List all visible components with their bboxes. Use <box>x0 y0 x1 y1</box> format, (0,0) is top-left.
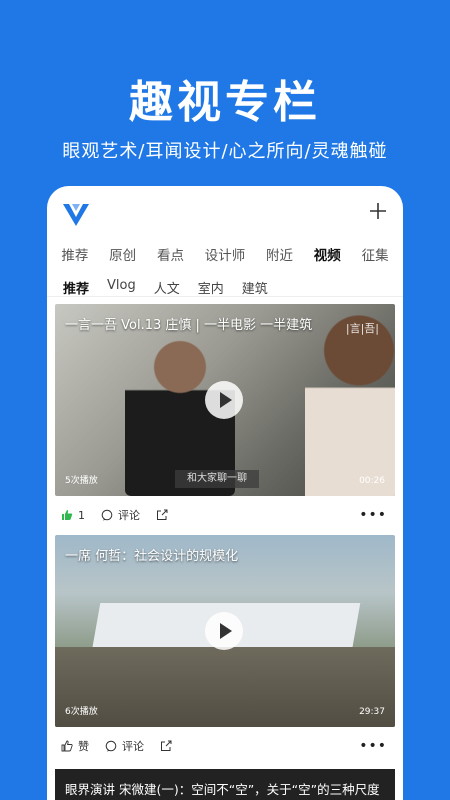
card-actions: 赞 评论 ••• <box>55 727 395 765</box>
divider <box>47 296 403 297</box>
thumbnail-person <box>305 314 395 496</box>
hero-title: 趣视专栏 <box>129 77 321 128</box>
like-button[interactable]: 赞 <box>61 738 89 754</box>
thumbs-up-icon <box>62 510 73 520</box>
video-card: |言|吾| 一言一吾 Vol.13 庄慎 | 一半电影 一半建筑 和大家聊一聊 … <box>55 304 395 534</box>
tab-nearby[interactable]: 附近 <box>266 244 293 270</box>
comment-button[interactable]: 评论 <box>101 507 140 523</box>
more-dots-icon[interactable]: ••• <box>359 507 387 523</box>
comment-button[interactable]: 评论 <box>105 738 144 754</box>
share-button[interactable] <box>160 740 177 752</box>
tab-video[interactable]: 视频 <box>314 244 341 270</box>
like-label: 赞 <box>78 740 89 753</box>
tab-collect[interactable]: 征集 <box>362 244 389 270</box>
comment-icon <box>105 740 117 752</box>
thumbnail-rocks <box>55 647 395 727</box>
play-count: 5次播放 <box>65 476 98 486</box>
comment-icon <box>101 509 113 521</box>
play-icon[interactable] <box>205 612 243 650</box>
card-actions: 1 评论 ••• <box>55 496 395 534</box>
video-title: 一席 何哲：社会设计的规模化 <box>65 549 239 564</box>
video-thumbnail[interactable]: 一席 何哲：社会设计的规模化 6次播放 29:37 <box>55 535 395 727</box>
video-watermark: |言|吾| <box>345 322 379 335</box>
video-thumbnail[interactable]: |言|吾| 一言一吾 Vol.13 庄慎 | 一半电影 一半建筑 和大家聊一聊 … <box>55 304 395 496</box>
share-button[interactable] <box>156 509 173 521</box>
video-card: 一席 何哲：社会设计的规模化 6次播放 29:37 赞 评论 ••• <box>55 535 395 765</box>
thumbs-up-icon <box>61 740 73 752</box>
tab-recommend[interactable]: 推荐 <box>61 244 88 270</box>
share-icon <box>161 740 172 751</box>
comment-label: 评论 <box>122 740 144 753</box>
tab-highlights[interactable]: 看点 <box>157 244 184 270</box>
video-title: 一言一吾 Vol.13 庄慎 | 一半电影 一半建筑 <box>65 318 313 333</box>
category-tabs: 推荐 原创 看点 设计师 附近 视频 征集 <box>47 244 403 270</box>
comment-label: 评论 <box>118 509 140 522</box>
app-screen: 推荐 原创 看点 设计师 附近 视频 征集 推荐 Vlog 人文 室内 建筑 |… <box>47 186 403 800</box>
top-bar <box>47 186 403 242</box>
tab-designer[interactable]: 设计师 <box>205 244 246 270</box>
hero-subtitle: 眼观艺术/耳闻设计/心之所向/灵魂触碰 <box>62 141 388 162</box>
like-count: 1 <box>78 508 85 522</box>
video-caption: 和大家聊一聊 <box>175 470 259 488</box>
play-icon[interactable] <box>205 381 243 419</box>
plus-icon[interactable] <box>367 200 389 222</box>
video-title-partial[interactable]: 眼界演讲 宋微建(一)：空间不“空”，关于“空”的三种尺度 <box>55 769 395 800</box>
share-icon <box>157 509 168 520</box>
tab-original[interactable]: 原创 <box>109 244 136 270</box>
video-duration: 29:37 <box>359 707 385 717</box>
video-duration: 00:26 <box>359 476 385 486</box>
like-button[interactable]: 1 <box>61 509 85 522</box>
v-logo-icon <box>63 204 89 226</box>
more-dots-icon[interactable]: ••• <box>359 738 387 754</box>
play-count: 6次播放 <box>65 707 98 717</box>
